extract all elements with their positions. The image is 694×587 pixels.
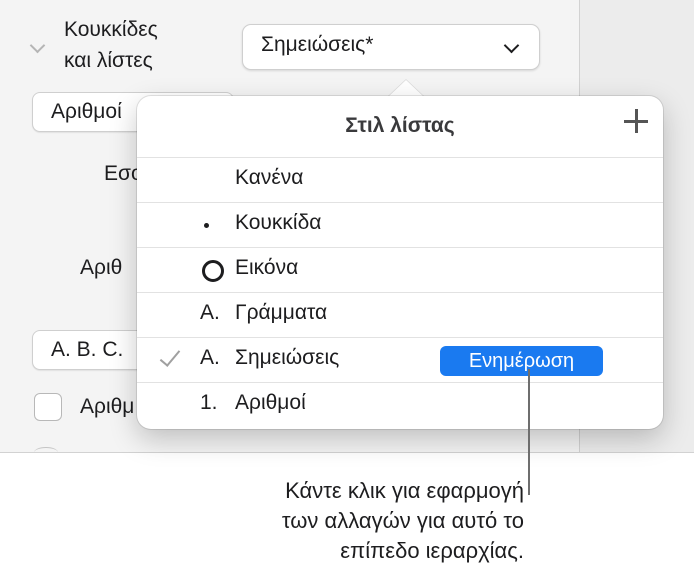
list-style-mark: A. xyxy=(200,301,220,324)
list-style-mark: 1. xyxy=(200,391,218,414)
checkmark-icon xyxy=(159,345,181,367)
list-style-label: Γράμματα xyxy=(235,301,328,324)
list-style-label: Κανένα xyxy=(235,166,304,189)
chevron-down-icon xyxy=(503,37,520,54)
list-style-row-bullet[interactable]: Κουκκίδα xyxy=(137,202,663,248)
list-style-label: Εικόνα xyxy=(235,256,299,279)
list-style-label: Σημειώσεις xyxy=(235,346,340,369)
radio-icon[interactable] xyxy=(34,447,58,452)
list-style-popover: Στιλ λίστας Κανένα Κουκκίδα Εικόνα A. Γρ… xyxy=(137,96,663,429)
list-style-label: Κουκκίδα xyxy=(235,211,322,234)
checkbox[interactable] xyxy=(34,393,62,421)
list-style-row-image[interactable]: Εικόνα xyxy=(137,247,663,293)
disclosure-chevron-icon[interactable] xyxy=(29,37,46,54)
list-style-row-letters[interactable]: A. Γράμματα xyxy=(137,292,663,338)
image-bullet-ring-icon xyxy=(202,260,224,282)
list-style-label: Αριθμοί xyxy=(235,391,306,414)
list-style-mark: A. xyxy=(200,346,220,369)
callout-line xyxy=(528,369,530,495)
popover-beak xyxy=(388,80,424,97)
bullet-icon xyxy=(204,223,209,228)
number-label: Αριθ xyxy=(80,256,123,279)
popover-title: Στιλ λίστας xyxy=(345,114,455,137)
callout-text: Κάντε κλικ για εφαρμογή των αλλαγών για … xyxy=(281,478,524,563)
section-title: Κουκκίδες και λίστες xyxy=(64,18,158,72)
list-style-row-numbers[interactable]: 1. Αριθμοί xyxy=(137,382,663,428)
add-style-plus-icon[interactable] xyxy=(621,106,651,136)
list-style-popup[interactable]: Σημειώσεις* xyxy=(242,24,540,70)
checkbox-label: Αριθμ xyxy=(80,395,135,418)
update-button[interactable]: Ενημέρωση xyxy=(440,346,603,376)
list-style-row-none[interactable]: Κανένα xyxy=(137,157,663,203)
list-style-popup-value: Σημειώσεις* xyxy=(261,33,374,56)
list-style-row-notes[interactable]: A. Σημειώσεις Ενημέρωση xyxy=(137,337,663,383)
